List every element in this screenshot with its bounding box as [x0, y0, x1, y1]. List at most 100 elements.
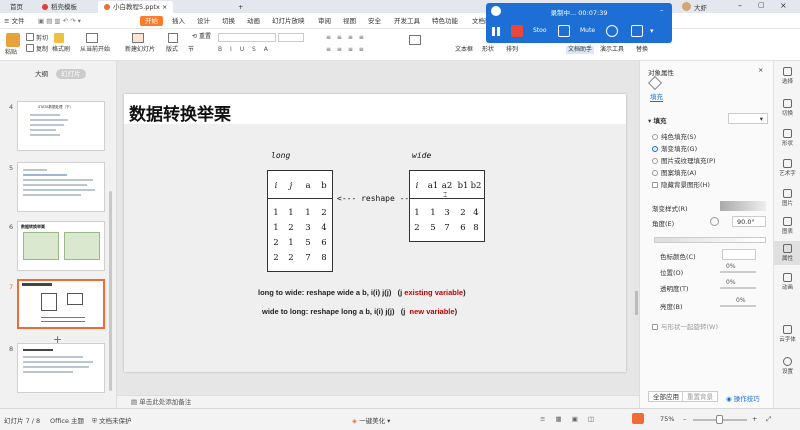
fill-section[interactable]: ▾ 填充	[648, 115, 667, 125]
side-shape[interactable]: 形状	[774, 129, 800, 147]
menu-transition[interactable]: 切换	[222, 16, 235, 26]
slide-thumb-6[interactable]: 数据转换举栗	[17, 221, 105, 271]
side-properties[interactable]: 属性	[774, 241, 800, 265]
cut-button[interactable]: 剪切	[26, 33, 48, 43]
doc-assistant-button[interactable]: 文档助手	[566, 46, 595, 54]
recorder-minimize-icon[interactable]: –	[660, 6, 664, 14]
gradient-bar[interactable]	[654, 237, 766, 243]
new-slide-button[interactable]: 新建幻灯片	[125, 46, 155, 54]
new-tab-button[interactable]: +	[232, 1, 249, 13]
shape-button[interactable]: 形状	[482, 46, 494, 54]
zoom-out-icon[interactable]: –	[683, 415, 686, 423]
maximize-icon[interactable]: ▢	[758, 1, 765, 9]
fill-option-picture[interactable]: 图片或纹理填充(P)	[652, 155, 716, 165]
tab-outline[interactable]: 大纲	[30, 69, 53, 79]
font-name-select[interactable]	[218, 33, 276, 42]
avatar[interactable]	[682, 2, 691, 11]
close-window-icon[interactable]: ×	[780, 1, 787, 10]
replace-button[interactable]: 替换	[636, 46, 648, 54]
slide-thumb-8[interactable]	[17, 343, 105, 393]
fill-option-pattern[interactable]: 图案填充(A)	[652, 167, 697, 177]
fill-option-gradient[interactable]: 渐变填充(G)	[652, 143, 697, 153]
side-wordart[interactable]: 艺术字	[774, 159, 800, 177]
slide-thumb-5[interactable]	[17, 162, 105, 212]
slide[interactable]: 数据转换举栗 long wide i j a b 1 1 1 2 1 2 3 4…	[124, 94, 626, 372]
fit-window-icon[interactable]: ⤢	[766, 415, 771, 424]
slide-thumb-4[interactable]: STATA数据处理（下）	[17, 101, 105, 151]
close-tab-icon[interactable]: ×	[162, 3, 167, 11]
side-select[interactable]: 选择	[774, 67, 800, 85]
font-style-buttons[interactable]: B I U S A	[218, 46, 271, 54]
paste-button[interactable]: 粘贴	[5, 49, 17, 57]
tab-slides[interactable]: 幻灯片	[56, 69, 86, 79]
beautify-button[interactable]: ◈ 一键美化 ▾	[352, 415, 390, 425]
menu-slideshow[interactable]: 幻灯片放映	[272, 16, 305, 26]
view-mode-buttons[interactable]: ≡ ▦ ▣ ◫	[540, 415, 598, 423]
fill-bucket-icon[interactable]	[647, 75, 663, 91]
menu-security[interactable]: 安全	[368, 16, 381, 26]
menu-quick-tools[interactable]: ▣ ▤ ▥ ↶ ↷ ▾	[38, 16, 81, 26]
angle-input[interactable]: 90.0°	[732, 216, 766, 227]
menu-view[interactable]: 视图	[343, 16, 356, 26]
from-current-button[interactable]: 从当前开始	[80, 46, 110, 54]
minimize-icon[interactable]: –	[738, 1, 742, 10]
brightness-slider[interactable]	[720, 305, 756, 307]
menu-start[interactable]: 开始	[140, 16, 163, 26]
menu-design[interactable]: 设计	[197, 16, 210, 26]
layout-button[interactable]: 版式	[166, 46, 178, 54]
notes-area[interactable]: ▤ 单击此处添加备注	[117, 395, 639, 408]
camera-icon[interactable]	[558, 25, 570, 37]
slide-thumb-7[interactable]	[17, 279, 105, 329]
mute-button[interactable]: Mute	[580, 25, 595, 37]
position-slider[interactable]	[720, 271, 756, 273]
menu-insert[interactable]: 插入	[172, 16, 185, 26]
format-painter-button[interactable]: 格式刷	[52, 46, 70, 54]
fill-tab[interactable]: 填充	[650, 91, 663, 102]
panel-close-icon[interactable]: ×	[758, 66, 763, 74]
more-icon[interactable]: ▾	[650, 27, 654, 35]
slide-title[interactable]: 数据转换举栗	[129, 100, 231, 125]
pause-icon[interactable]	[492, 27, 495, 36]
annotate-icon[interactable]	[631, 25, 643, 37]
stop-button[interactable]: Stoo	[533, 25, 547, 37]
font-size-select[interactable]	[278, 33, 304, 42]
side-animation[interactable]: 动画	[774, 273, 800, 291]
tab-home[interactable]: 首页	[4, 1, 29, 13]
side-chart[interactable]: 图表	[774, 217, 800, 235]
rotate-with-shape-checkbox[interactable]: 与形状一起旋转(W)	[652, 321, 718, 331]
side-picture[interactable]: 图片	[774, 189, 800, 207]
menu-developer[interactable]: 开发工具	[394, 16, 420, 26]
angle-dial-icon[interactable]	[710, 217, 719, 226]
menu-animation[interactable]: 动画	[247, 16, 260, 26]
menu-features[interactable]: 特色功能	[432, 16, 458, 26]
canvas-scrollbar[interactable]	[635, 291, 638, 315]
paste-icon[interactable]	[6, 33, 20, 47]
side-transition[interactable]: 切换	[774, 99, 800, 117]
arrange-button[interactable]: 排列	[506, 46, 518, 54]
section-button[interactable]: 节	[188, 46, 194, 54]
transparency-slider[interactable]	[720, 287, 756, 289]
menu-file[interactable]: ≡ 文件	[4, 16, 25, 26]
gradient-style-picker[interactable]	[720, 201, 766, 211]
document-protection[interactable]: ⛨ 文档未保护	[92, 415, 131, 426]
reset-background-button[interactable]: 重置背景	[682, 391, 718, 402]
apply-all-button[interactable]: 全部应用	[648, 391, 684, 402]
zoom-in-icon[interactable]: +	[752, 415, 757, 423]
reset-button[interactable]: ⟲ 重置	[192, 33, 211, 41]
tab-templates[interactable]: 稻壳模板	[36, 1, 83, 13]
menu-review[interactable]: 审阅	[318, 16, 331, 26]
fill-option-solid[interactable]: 纯色填充(S)	[652, 131, 696, 141]
presenter-tools-button[interactable]: 演示工具	[600, 46, 624, 54]
side-settings[interactable]: 设置	[774, 357, 800, 375]
textbox-button[interactable]: 文本框	[455, 46, 473, 54]
play-slideshow-icon[interactable]	[632, 413, 644, 424]
hide-background-checkbox[interactable]: 隐藏背景图形(H)	[652, 179, 710, 189]
tab-document[interactable]: 小白教程5.pptx ×	[98, 1, 174, 13]
side-cloud-font[interactable]: 云字体	[774, 325, 800, 343]
tips-link[interactable]: ◉ 操作技巧	[726, 393, 760, 403]
stop-record-icon[interactable]	[511, 25, 523, 37]
thumbnail-scrollbar[interactable]	[109, 191, 112, 391]
zoom-slider-handle[interactable]	[716, 415, 723, 424]
copy-button[interactable]: 复制	[26, 44, 48, 54]
fill-dropdown[interactable]: ▾	[728, 113, 768, 124]
